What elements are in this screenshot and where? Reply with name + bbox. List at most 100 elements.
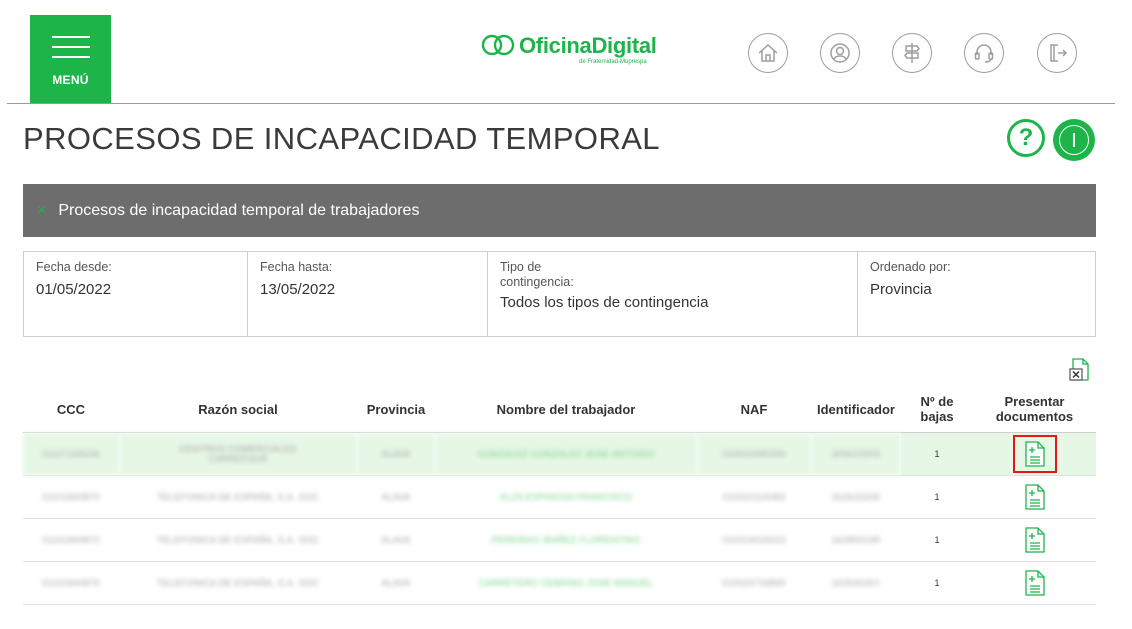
cell-naf: 010024733890 (697, 561, 811, 605)
help-button[interactable]: ? (1007, 119, 1045, 157)
cell-razon-social: TELEFONICA DE ESPAÑA, S.A. SOC (156, 492, 320, 502)
filter-value: 01/05/2022 (36, 281, 112, 298)
cell-provincia: ALAVA (357, 518, 435, 562)
filter-label: Fecha desde: (36, 260, 112, 274)
worker-name-link[interactable]: GONZALEZ GONZALEZ JOSE ANTONIO (435, 432, 697, 476)
cell-ccc: 01101840870 (23, 518, 119, 562)
logout-button[interactable] (1037, 33, 1077, 73)
cell-bajas: 1 (901, 518, 973, 562)
filter-label: Ordenado por: (870, 260, 951, 274)
worker-name-link[interactable]: CARRETERO CEBRINO JOSE MANUEL (435, 561, 697, 605)
cell-bajas: 1 (901, 475, 973, 519)
info-icon (1059, 125, 1089, 155)
table-row[interactable]: 01107168106 CENTROS COMERCIALES CARREFOUR A… (23, 432, 1096, 476)
cell-identificador: 16294026Y (811, 561, 901, 605)
cell-presentar (973, 432, 1096, 476)
filter-value: Provincia (870, 281, 932, 298)
filter-tipo-contingencia: Tipo de contingencia: Todos los tipos de… (488, 252, 858, 336)
page-title: PROCESOS DE INCAPACIDAD TEMPORAL (23, 121, 660, 156)
menu-label: MENÚ (52, 73, 89, 87)
column-header-ccc: CCC (23, 386, 119, 433)
cell-ccc: 01101840870 (23, 475, 119, 519)
table-header-row: CCC Razón social Provincia Nombre del tr… (23, 386, 1096, 433)
hamburger-icon (51, 36, 90, 66)
logout-icon (1050, 44, 1068, 62)
filter-fecha-desde: Fecha desde: 01/05/2022 (24, 252, 248, 336)
column-header-identificador: Identificador (811, 386, 901, 433)
close-icon[interactable]: × (37, 202, 46, 220)
cell-razon-social: TELEFONICA DE ESPAÑA, S.A. SOC (156, 578, 320, 588)
signpost-icon (904, 43, 920, 63)
worker-name-link[interactable]: PEREIRAS IBAÑEZ FLORENTINO (435, 518, 697, 562)
home-icon (758, 43, 778, 62)
info-button[interactable] (1053, 119, 1095, 161)
filter-value: Todos los tipos de contingencia (500, 294, 709, 311)
logo-text: OficinaDigital (519, 33, 657, 58)
directions-button[interactable] (892, 33, 932, 73)
question-icon: ? (1018, 124, 1034, 151)
cell-identificador: 16285023R (811, 518, 901, 562)
cell-naf: 010024015023 (697, 518, 811, 562)
cell-bajas: 1 (901, 432, 973, 476)
cell-razon-social: CENTROS COMERCIALES (179, 444, 297, 454)
table-body: 01107168106 CENTROS COMERCIALES CARREFOUR A… (23, 432, 1096, 605)
present-documents-button[interactable] (1013, 564, 1057, 602)
processes-table: CCC Razón social Provincia Nombre del tr… (23, 386, 1096, 605)
table-row[interactable]: 01101840870 TELEFONICA DE ESPAÑA, S.A. SO… (23, 475, 1096, 519)
cell-razon-wrapper: TELEFONICA DE ESPAÑA, S.A. SOC (119, 475, 357, 519)
present-documents-button[interactable] (1013, 478, 1057, 516)
column-header-provincia: Provincia (357, 386, 435, 433)
logo[interactable]: OficinaDigital de Fraternidad-Muprespa (481, 30, 691, 75)
headset-icon (974, 44, 994, 63)
filter-label: Tipo de (500, 260, 542, 274)
cell-razon-wrapper: CENTROS COMERCIALES CARREFOUR (119, 432, 357, 476)
filter-summary: Fecha desde: 01/05/2022 Fecha hasta: 13/… (23, 251, 1096, 337)
worker-name-link[interactable]: ALZA ESPINOSA FRANCISCO (435, 475, 697, 519)
section-header[interactable]: × Procesos de incapacidad temporal de tr… (23, 184, 1096, 237)
column-header-nombre: Nombre del trabajador (435, 386, 697, 433)
cell-razon-social: TELEFONICA DE ESPAÑA, S.A. SOC (156, 535, 320, 545)
document-upload-icon (1024, 527, 1045, 553)
filter-value: 13/05/2022 (260, 281, 336, 298)
cell-razon-social: CARREFOUR (208, 454, 268, 464)
cell-presentar (973, 475, 1096, 519)
cell-provincia: ALAVA (357, 561, 435, 605)
table-row[interactable]: 01101840870 TELEFONICA DE ESPAÑA, S.A. SO… (23, 518, 1096, 562)
cell-presentar (973, 518, 1096, 562)
profile-button[interactable] (820, 33, 860, 73)
filter-fecha-hasta: Fecha hasta: 13/05/2022 (248, 252, 488, 336)
support-button[interactable] (964, 33, 1004, 73)
cell-ccc: 01107168106 (23, 432, 119, 476)
filter-label: Fecha hasta: (260, 260, 333, 274)
logo-subtitle: de Fraternidad-Muprespa (579, 59, 647, 65)
column-header-bajas: Nº de bajas (901, 386, 973, 433)
cell-naf: 010022115083 (697, 475, 811, 519)
cell-bajas: 1 (901, 561, 973, 605)
menu-button[interactable]: MENÚ (30, 15, 111, 104)
header-line: Presentar (1004, 394, 1065, 409)
present-documents-button[interactable] (1012, 435, 1057, 473)
home-button[interactable] (748, 33, 788, 73)
user-icon (830, 43, 850, 63)
cell-provincia: ALAVA (357, 475, 435, 519)
filter-label: contingencia: (500, 275, 574, 289)
document-upload-icon (1024, 570, 1045, 596)
column-header-razon-social: Razón social (119, 386, 357, 433)
document-upload-icon (1024, 441, 1045, 467)
present-documents-button[interactable] (1013, 521, 1057, 559)
cell-ccc: 01101840870 (23, 561, 119, 605)
cell-presentar (973, 561, 1096, 605)
cell-provincia: ALAVA (357, 432, 435, 476)
column-header-presentar: Presentar documentos (973, 386, 1096, 433)
logo-rings-icon (481, 34, 515, 56)
section-title: Procesos de incapacidad temporal de trab… (58, 201, 420, 219)
cell-razon-wrapper: TELEFONICA DE ESPAÑA, S.A. SOC (119, 518, 357, 562)
column-header-naf: NAF (697, 386, 811, 433)
cell-naf: 010010080293 (697, 432, 811, 476)
table-row[interactable]: 01101840870 TELEFONICA DE ESPAÑA, S.A. SO… (23, 561, 1096, 605)
header-line: bajas (920, 409, 954, 424)
excel-export-icon[interactable] (1069, 358, 1091, 382)
filter-ordenado-por: Ordenado por: Provincia (858, 252, 1095, 336)
header-line: documentos (995, 409, 1074, 424)
cell-identificador: 16263320E (811, 475, 901, 519)
